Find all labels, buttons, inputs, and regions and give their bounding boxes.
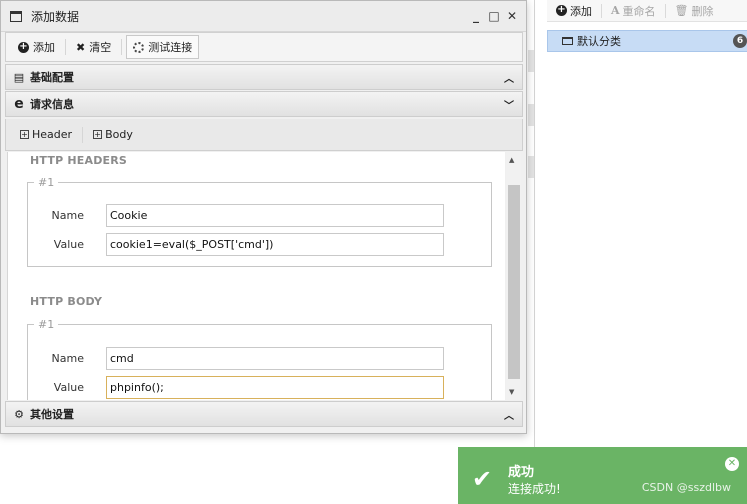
group-legend: #1 bbox=[38, 176, 55, 189]
category-delete-button[interactable]: 🗑 删除 bbox=[666, 0, 723, 22]
window-controls: _ □ ✕ bbox=[470, 9, 518, 23]
plus-square-icon: + bbox=[93, 130, 103, 139]
http-headers-title: HTTP HEADERS bbox=[30, 154, 128, 167]
category-delete-label: 删除 bbox=[691, 4, 714, 18]
chevron-down-icon: ﹀ bbox=[504, 101, 514, 112]
folder-icon bbox=[562, 37, 573, 45]
body-value-input[interactable] bbox=[106, 375, 444, 399]
tab-label: Body bbox=[105, 128, 133, 141]
toast-message: 连接成功! bbox=[508, 482, 561, 496]
plus-circle-icon: + bbox=[18, 40, 29, 53]
close-button[interactable]: ✕ bbox=[506, 9, 518, 23]
tree-item-label: 默认分类 bbox=[577, 35, 621, 48]
tab-divider bbox=[82, 126, 84, 143]
minimize-button[interactable]: _ bbox=[470, 9, 482, 23]
toast-title: 成功 bbox=[508, 465, 535, 480]
name-label: Name bbox=[51, 208, 84, 222]
watermark: CSDN @sszdlbw bbox=[641, 481, 731, 494]
accordion-base-config[interactable]: ▤ 基础配置 ︿ bbox=[5, 64, 523, 90]
times-icon: ✖ bbox=[76, 40, 86, 54]
clear-label: 清空 bbox=[89, 41, 112, 54]
check-icon: ✔ bbox=[472, 465, 493, 493]
test-connection-label: 测试连接 bbox=[148, 41, 193, 54]
header-group: #1 Name Value bbox=[27, 176, 492, 267]
tab-header[interactable]: + Header bbox=[14, 128, 78, 141]
plus-square-icon: + bbox=[20, 130, 29, 139]
accordion-label: 基础配置 bbox=[30, 71, 74, 84]
toolbar-divider bbox=[65, 39, 66, 55]
window-icon bbox=[10, 10, 22, 22]
tab-label: Header bbox=[32, 128, 73, 141]
spinner-icon bbox=[133, 41, 145, 53]
file-icon: ▤ bbox=[13, 70, 25, 84]
gears-icon: ⚙ bbox=[14, 407, 24, 421]
clear-button[interactable]: ✖ 清空 bbox=[70, 35, 117, 59]
success-toast: ✔ 成功 连接成功! ✕ CSDN @sszdlbw bbox=[458, 447, 747, 504]
category-add-label: 添加 bbox=[570, 4, 592, 18]
http-body-title: HTTP BODY bbox=[30, 295, 103, 308]
body-name-row: Name bbox=[28, 346, 491, 370]
toolbar-divider bbox=[121, 39, 123, 55]
plus-circle-icon: + bbox=[556, 4, 567, 16]
add-data-dialog: 添加数据 _ □ ✕ + 添加 ✖ 清空 测试连接 ▤ 基础配置 ︿ e 请求信… bbox=[0, 0, 527, 434]
test-connection-button[interactable]: 测试连接 bbox=[126, 35, 200, 59]
accordion-other-settings[interactable]: ⚙ 其他设置 ︿ bbox=[5, 401, 523, 427]
body-value-row: Value bbox=[28, 375, 491, 399]
value-label: Value bbox=[53, 380, 84, 394]
scroll-down-arrow-icon[interactable]: ▼ bbox=[509, 388, 514, 396]
name-label: Name bbox=[51, 351, 84, 365]
add-button[interactable]: + 添加 bbox=[12, 35, 61, 59]
dialog-title: 添加数据 bbox=[31, 9, 80, 24]
tab-body[interactable]: + Body bbox=[87, 128, 139, 141]
category-rename-button[interactable]: A 重命名 bbox=[602, 0, 665, 22]
scroll-up-arrow-icon[interactable]: ▲ bbox=[509, 156, 514, 164]
accordion-label: 其他设置 bbox=[30, 408, 74, 421]
category-add-button[interactable]: + 添加 bbox=[547, 0, 601, 22]
accordion-label: 请求信息 bbox=[30, 98, 74, 111]
maximize-button[interactable]: □ bbox=[488, 9, 500, 23]
category-panel: + 添加 A 重命名 🗑 删除 默认分类 6 bbox=[534, 0, 747, 504]
category-toolbar: + 添加 A 重命名 🗑 删除 bbox=[547, 0, 747, 22]
tree-item-default-category[interactable]: 默认分类 6 bbox=[547, 30, 747, 52]
request-tabs: + Header + Body bbox=[5, 119, 523, 151]
category-rename-label: 重命名 bbox=[622, 4, 656, 18]
content-scrollbar[interactable]: ▲ ▼ bbox=[506, 152, 521, 400]
accordion-request-info[interactable]: e 请求信息 ﹀ bbox=[5, 91, 523, 117]
group-legend: #1 bbox=[38, 318, 55, 331]
body-group: #1 Name Value bbox=[27, 318, 492, 400]
scrollbar-thumb[interactable] bbox=[508, 185, 520, 379]
chevron-up-icon: ︿ bbox=[504, 74, 514, 85]
trash-icon: 🗑 bbox=[674, 4, 689, 17]
close-icon[interactable]: ✕ bbox=[725, 457, 739, 471]
body-name-input[interactable] bbox=[106, 346, 444, 370]
request-content: HTTP HEADERS #1 Name Value HTTP BODY #1 … bbox=[7, 152, 505, 400]
count-badge: 6 bbox=[733, 34, 747, 48]
chevron-up-icon: ︿ bbox=[504, 411, 514, 422]
dialog-titlebar[interactable]: 添加数据 _ □ ✕ bbox=[1, 1, 526, 32]
header-name-row: Name bbox=[28, 203, 491, 227]
header-name-input[interactable] bbox=[106, 203, 444, 227]
header-value-row: Value bbox=[28, 232, 491, 256]
value-label: Value bbox=[53, 237, 84, 251]
header-value-input[interactable] bbox=[106, 232, 444, 256]
add-label: 添加 bbox=[33, 41, 55, 54]
browser-e-icon: e bbox=[14, 96, 24, 112]
dialog-toolbar: + 添加 ✖ 清空 测试连接 bbox=[5, 32, 523, 62]
font-icon: A bbox=[611, 4, 620, 17]
